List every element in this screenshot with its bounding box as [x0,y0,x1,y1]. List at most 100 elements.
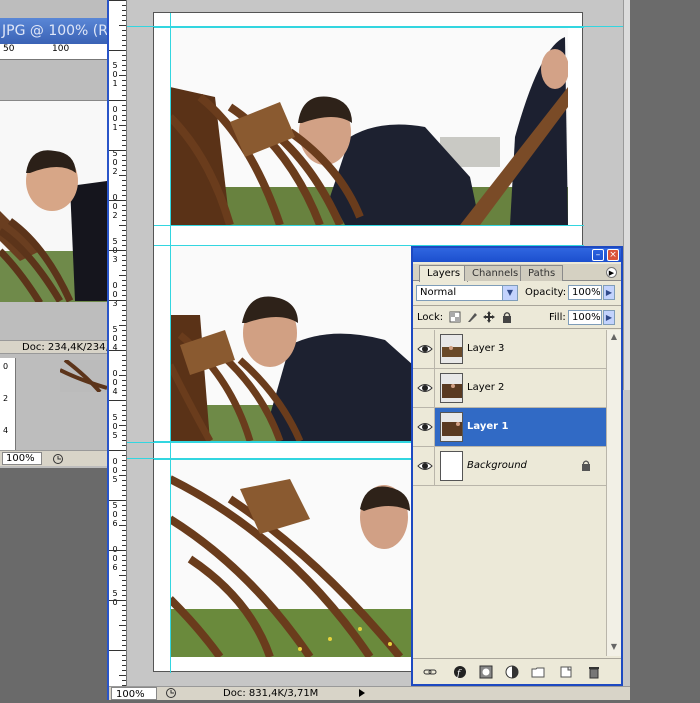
opacity-label: Opacity: [525,287,567,298]
new-layer-icon[interactable] [559,665,573,679]
ruler-tick [122,585,126,586]
divider [413,328,621,329]
ruler-tick [122,315,126,316]
ruler-tick [122,620,126,621]
layer-row-layer-3[interactable]: Layer 3 [413,330,606,369]
ruler-tick-label: 5 [112,475,118,484]
mask-icon[interactable] [479,665,493,679]
ruler-tick [122,365,126,366]
ruler-tick [122,185,126,186]
ruler-tick-label: 5 [112,61,118,70]
guide-line[interactable] [170,13,171,673]
layer-1-photo[interactable] [170,459,413,657]
minimize-icon[interactable]: – [592,249,604,261]
eye-icon[interactable] [417,342,433,356]
tab-layers[interactable]: Layers [419,265,469,282]
panel-menu-icon[interactable]: ▶ [606,267,617,278]
layer-3-photo[interactable] [170,27,568,225]
chevron-down-icon[interactable]: ▼ [502,286,517,300]
panel-tabs: Layers Channels Paths ▶ [413,264,621,282]
fill-arrow-icon[interactable]: ▶ [603,310,615,325]
close-icon[interactable]: × [607,249,619,261]
ruler-tick [119,625,126,626]
ruler-tick [122,245,126,246]
blend-mode-select[interactable]: Normal ▼ [416,285,518,301]
visibility-toggle[interactable] [413,330,435,368]
layer-name[interactable]: Layer 1 [467,421,508,432]
zoom-field[interactable]: 100% [2,452,42,465]
ruler-tick-label: 0 [112,202,118,211]
tab-paths[interactable]: Paths [520,265,564,281]
link-icon[interactable] [423,665,437,679]
layer-2-photo[interactable] [170,245,413,441]
scroll-down-icon[interactable]: ▼ [609,642,619,652]
ruler-tick-label: 0 [112,114,118,123]
ruler-tick [122,15,126,16]
ruler-tick-label: 1 [112,123,118,132]
ruler-tick [122,130,126,131]
ruler-tick [109,350,126,351]
ruler-tick [122,640,126,641]
guide-line[interactable] [154,27,584,28]
lock-position-move-icon[interactable] [483,311,495,323]
visibility-toggle[interactable] [413,447,435,485]
opacity-arrow-icon[interactable]: ▶ [603,285,615,300]
ruler-tick [119,675,126,676]
background-canvas-photo[interactable] [0,100,107,302]
layer-row-layer-1[interactable]: Layer 1 [413,408,606,447]
background-canvas-photo-small[interactable] [60,360,107,392]
ruler-tick [122,485,126,486]
layers-scrollbar[interactable]: ▲ ▼ [606,330,621,656]
ruler-tick [122,90,126,91]
layer-name[interactable]: Layer 2 [467,382,504,393]
layer-row-background[interactable]: Background [413,447,606,486]
eye-icon[interactable] [417,381,433,395]
opacity-field[interactable]: 100% [568,285,602,300]
ruler-tick-label: 4 [3,426,9,435]
panel-title-bar[interactable]: – × [413,248,621,262]
fill-field[interactable]: 100% [568,310,602,325]
layer-row-layer-2[interactable]: Layer 2 [413,369,606,408]
ruler-tick-label: 6 [112,563,118,572]
trash-icon[interactable] [587,665,601,679]
ruler-tick [122,280,126,281]
guide-line[interactable] [127,26,623,27]
layer-style-icon[interactable]: f [453,665,467,679]
guide-line[interactable] [154,225,584,226]
layer-thumbnail [440,451,463,481]
ruler-tick [122,555,126,556]
status-menu-arrow-icon[interactable] [357,687,367,699]
lock-all-icon[interactable] [501,311,513,323]
ruler-tick-label: 2 [112,167,118,176]
ruler-tick [122,20,126,21]
ruler-tick [122,565,126,566]
adjustment-layer-icon[interactable] [505,665,519,679]
lock-transparency-icon[interactable] [449,311,461,323]
visibility-toggle[interactable] [413,369,435,407]
layers-panel: – × Layers Channels Paths ▶ Normal ▼ Opa… [411,246,623,686]
ruler-tick [122,165,126,166]
lock-pixels-brush-icon[interactable] [466,311,478,323]
background-window-title[interactable]: JPG @ 100% (RGB [0,18,107,44]
ruler-tick [122,290,126,291]
ruler-tick [122,395,126,396]
zoom-field[interactable]: 100% [111,687,157,700]
layer-name[interactable]: Layer 3 [467,343,504,354]
ruler-tick [109,200,126,201]
layer-name[interactable]: Background [467,460,527,471]
eye-icon[interactable] [417,420,433,434]
navigator-icon[interactable] [165,687,177,699]
ruler-tick [122,170,126,171]
tab-channels[interactable]: Channels [464,265,527,281]
visibility-toggle[interactable] [413,408,435,446]
eye-icon[interactable] [417,459,433,473]
ruler-tick [122,410,126,411]
new-group-icon[interactable] [531,665,545,679]
ruler-tick [122,120,126,121]
ruler-tick [122,140,126,141]
ruler-tick [122,370,126,371]
scroll-up-icon[interactable]: ▲ [609,332,619,342]
ruler-tick [122,635,126,636]
navigator-icon[interactable] [52,453,64,465]
ruler-tick [122,560,126,561]
